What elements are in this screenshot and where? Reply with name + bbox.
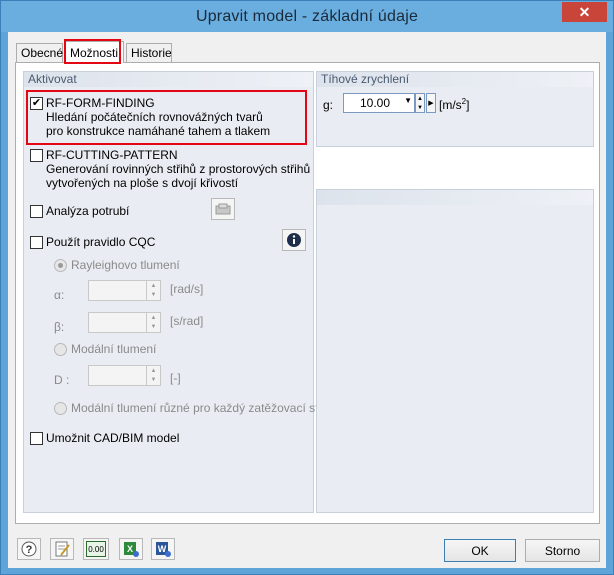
help-icon: ? <box>21 541 37 557</box>
cad-bim-checkbox[interactable] <box>30 432 43 445</box>
pipe-analysis-checkbox[interactable] <box>30 205 43 218</box>
beta-unit: [s/rad] <box>170 314 204 328</box>
arrow-right-icon: ▶ <box>428 100 434 107</box>
export-word-button[interactable]: W <box>151 538 175 560</box>
pipe-settings-icon <box>215 203 231 215</box>
gravity-unit: [m/s2] <box>439 97 470 112</box>
units-icon: 0.00 <box>86 541 106 557</box>
modal-radio[interactable] <box>54 342 67 356</box>
window-title: Upravit model - základní údaje <box>195 7 419 25</box>
units-button[interactable]: 0.00 <box>83 538 109 560</box>
dialog-client: Obecné Možnosti Historie Aktivovat ✔ RF-… <box>8 32 606 568</box>
d-label: D : <box>54 373 70 387</box>
modal-diff-radio[interactable] <box>54 401 67 415</box>
modal-diff-option[interactable]: Modální tlumení různé pro každý zatěžova… <box>54 401 331 415</box>
cutting-pattern-desc-1: Generování rovinných střihů z prostorový… <box>46 162 311 176</box>
gravity-label: g: <box>323 98 334 112</box>
close-button[interactable]: ✕ <box>562 2 607 22</box>
gravity-group-title: Tíhové zrychlení <box>317 72 593 87</box>
rayleigh-label: Rayleighovo tlumení <box>71 258 180 272</box>
info-button[interactable] <box>282 229 306 251</box>
tab-highlight-box <box>64 39 121 64</box>
edit-icon <box>55 541 70 557</box>
gravity-spinner[interactable]: ▲ ▼ <box>415 93 425 113</box>
tab-history-label: Historie <box>131 46 172 60</box>
cqc-checkbox[interactable] <box>30 236 43 249</box>
modal-label: Modální tlumení <box>71 342 157 356</box>
cutting-pattern-desc-2: vytvořených na ploše s dvojí křivostí <box>46 176 239 190</box>
cancel-button-label: Storno <box>544 543 581 558</box>
tab-history[interactable]: Historie <box>126 43 172 62</box>
gravity-group: Tíhové zrychlení g: 10.00 ▼ ▲ ▼ ▶ [m/s2] <box>316 71 594 147</box>
pipe-analysis-option[interactable]: Analýza potrubí <box>30 204 129 218</box>
form-finding-highlight-box <box>26 90 307 145</box>
beta-label: β: <box>54 320 65 334</box>
options-panel: Aktivovat ✔ RF-FORM-FINDING Hledání počá… <box>15 62 600 524</box>
export-excel-button[interactable]: X <box>119 538 143 560</box>
help-button[interactable]: ? <box>17 538 41 560</box>
edit-button[interactable] <box>50 538 74 560</box>
close-icon: ✕ <box>578 3 591 20</box>
cad-bim-option[interactable]: Umožnit CAD/BIM model <box>30 431 179 445</box>
cad-bim-label: Umožnit CAD/BIM model <box>46 431 180 445</box>
d-input[interactable]: ▲ ▼ <box>88 365 161 386</box>
beta-spinner[interactable]: ▲ ▼ <box>146 313 160 332</box>
alpha-spinner[interactable]: ▲ ▼ <box>146 281 160 300</box>
svg-text:W: W <box>158 544 167 554</box>
chevron-down-icon[interactable]: ▼ <box>404 96 412 105</box>
alpha-input[interactable]: ▲ ▼ <box>88 280 161 301</box>
rayleigh-option[interactable]: Rayleighovo tlumení <box>54 258 180 272</box>
cutting-pattern-option[interactable]: RF-CUTTING-PATTERN Generování rovinných … <box>30 148 310 190</box>
svg-text:X: X <box>127 544 133 554</box>
rayleigh-radio[interactable] <box>54 258 67 272</box>
tab-general[interactable]: Obecné <box>16 43 63 62</box>
empty-info-panel <box>316 189 594 513</box>
pipe-analysis-label: Analýza potrubí <box>46 204 130 218</box>
cancel-button[interactable]: Storno <box>525 539 600 562</box>
ok-button[interactable]: OK <box>444 539 516 562</box>
beta-input[interactable]: ▲ ▼ <box>88 312 161 333</box>
ok-button-label: OK <box>471 543 489 558</box>
activate-group-title: Aktivovat <box>24 72 313 87</box>
gravity-value: 10.00 <box>359 96 390 110</box>
svg-text:?: ? <box>26 544 33 556</box>
cutting-pattern-label: RF-CUTTING-PATTERN <box>46 148 178 162</box>
modal-diff-label: Modální tlumení různé pro každý zatěžova… <box>71 401 332 415</box>
cqc-label: Použít pravidlo CQC <box>46 235 156 249</box>
activate-group: Aktivovat ✔ RF-FORM-FINDING Hledání počá… <box>23 71 331 513</box>
spin-down-icon[interactable]: ▼ <box>417 105 423 111</box>
gravity-arrow-button[interactable]: ▶ <box>426 93 436 113</box>
d-spinner[interactable]: ▲ ▼ <box>146 366 160 385</box>
modal-option[interactable]: Modální tlumení <box>54 342 156 356</box>
tab-general-label: Obecné <box>21 46 64 60</box>
d-unit: [-] <box>170 371 181 385</box>
spin-up-icon[interactable]: ▲ <box>417 96 423 102</box>
title-bar[interactable]: Upravit model - základní údaje ✕ <box>1 1 613 32</box>
excel-icon: X <box>124 542 139 557</box>
cutting-pattern-text: RF-CUTTING-PATTERN Generování rovinných … <box>46 148 310 190</box>
alpha-label: α: <box>54 288 65 302</box>
gravity-input[interactable]: 10.00 ▼ <box>343 93 415 113</box>
word-icon: W <box>156 542 171 557</box>
dialog-window: Upravit model - základní údaje ✕ Obecné … <box>0 0 614 575</box>
info-icon <box>287 233 301 247</box>
cqc-option[interactable]: Použít pravidlo CQC <box>30 235 155 249</box>
cutting-pattern-checkbox[interactable] <box>30 149 43 162</box>
pipe-settings-button[interactable] <box>211 198 235 220</box>
alpha-unit: [rad/s] <box>170 282 204 296</box>
